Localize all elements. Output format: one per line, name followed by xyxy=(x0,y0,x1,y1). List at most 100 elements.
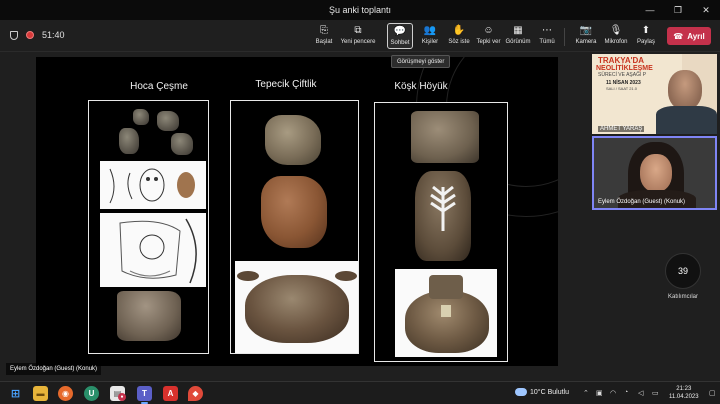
meeting-timer: 51:40 xyxy=(42,30,65,40)
share-button[interactable]: ⬆ Paylaş xyxy=(634,23,658,49)
window-title-bar: Şu anki toplantı — ❐ ✕ xyxy=(0,0,720,20)
acrobat-icon[interactable]: A xyxy=(163,386,178,401)
artifact-vessel-image xyxy=(415,171,471,261)
restore-button[interactable]: ❐ xyxy=(668,0,688,20)
artifact-panel-kosk-hoyuk xyxy=(374,102,508,362)
leave-button[interactable]: ☎ Ayrıl xyxy=(667,27,711,45)
artifact-fragment-image xyxy=(171,133,193,155)
red-app-icon[interactable]: ● xyxy=(118,393,126,401)
tray-expand-icon[interactable]: ⌃ xyxy=(583,389,589,397)
teams-icon[interactable]: T xyxy=(137,386,152,401)
artifact-drawing xyxy=(109,168,195,204)
network-icon[interactable]: ◠ xyxy=(610,389,616,397)
phone-hangup-icon: ☎ xyxy=(673,31,684,41)
app-tray-icon[interactable]: ▣ xyxy=(596,389,603,397)
meeting-status: 51:40 xyxy=(10,30,65,40)
chat-icon: 💬 xyxy=(393,26,407,37)
artifact-figurine-image xyxy=(265,115,321,165)
participant-tile-ahmet[interactable]: TRAKYA'DA NEOLİTİKLEŞME SÜRECİ VE AŞAĞI … xyxy=(592,54,717,134)
system-clock[interactable]: 21:23 11.04.2023 xyxy=(669,385,699,401)
jar-mark xyxy=(441,305,451,317)
participant-face xyxy=(668,70,702,110)
artifact-panel-hoca-cesme xyxy=(88,100,209,354)
windows-icon[interactable]: ⊞ xyxy=(8,386,23,401)
artifact-clay-image xyxy=(261,176,327,248)
artifact-fragment-image xyxy=(157,111,179,131)
shield-icon xyxy=(10,30,18,40)
artifact-pot-image xyxy=(235,261,358,353)
battery-icon[interactable]: ▭ xyxy=(652,389,659,397)
notification-icon[interactable]: ▢ xyxy=(709,389,716,397)
jar-vessel xyxy=(405,291,489,353)
artifact-relief-image xyxy=(411,111,479,163)
camera-icon: 📷 xyxy=(579,25,593,36)
file-explorer-icon[interactable]: ▬ xyxy=(33,386,48,401)
vessel-motif xyxy=(430,185,456,231)
show-meeting-tooltip: Görüşmeyi göster xyxy=(391,55,451,68)
people-icon: 👥 xyxy=(423,25,437,36)
jar-neck xyxy=(429,275,463,299)
participant-name: AHMET YARAŞ xyxy=(598,126,645,132)
participant-face xyxy=(640,154,672,192)
poster-title-line2: NEOLİTİKLEŞME xyxy=(596,65,653,72)
artifact-drawing-image xyxy=(100,161,206,209)
artifact-stone-image xyxy=(117,291,181,341)
stage-speaker-label: Eylem Özdoğan (Guest) (Konuk) xyxy=(6,363,102,375)
pot-vessel xyxy=(245,275,349,343)
artifact-sketch xyxy=(119,218,197,284)
column-title-hoca-cesme: Hoca Çeşme xyxy=(130,81,188,92)
share-icon: ⬆ xyxy=(641,25,651,36)
drop-app-icon[interactable]: ◆ xyxy=(188,386,203,401)
weather-text: 10°C Bulutlu xyxy=(530,388,569,396)
meeting-stage: Hoca Çeşme Tepecik Çiftlik Köşk Höyük TR… xyxy=(0,53,720,381)
column-title-kosk-hoyuk: Köşk Höyük xyxy=(394,81,448,92)
artifact-fragment-image xyxy=(133,109,149,125)
artifact-sketch-image xyxy=(100,213,206,287)
clock-date: 11.04.2023 xyxy=(669,394,699,400)
wifi-icon[interactable]: ◔ xyxy=(624,389,628,396)
participant-count-label: Katılımcılar xyxy=(667,294,698,300)
window-title: Şu anki toplantı xyxy=(328,5,392,15)
shared-slide: Hoca Çeşme Tepecik Çiftlik Köşk Höyük xyxy=(36,57,558,366)
mic-muted-icon: 🎙 xyxy=(609,25,623,36)
raise-hand-icon: ✋ xyxy=(452,25,466,36)
artifact-panel-tepecik-ciftlik xyxy=(230,100,359,354)
react-button[interactable]: ☺ Tepki ver xyxy=(475,23,502,49)
windows-taskbar: ⊞ ▬ ◉ U ▤ ● T A ◆ 10°C Bulutlu ⌃ ▣ ◠ ◔ ◁… xyxy=(0,381,720,404)
clock-time: 21:23 xyxy=(676,386,692,392)
participant-body xyxy=(656,106,717,134)
firefox-icon[interactable]: ◉ xyxy=(58,386,73,401)
cloud-icon xyxy=(515,388,527,396)
toolbar-divider xyxy=(564,28,565,46)
participant-tile-eylem[interactable]: Eylem Özdoğan (Guest) (Konuk) xyxy=(592,136,717,210)
volume-icon[interactable]: ◁ xyxy=(638,389,643,397)
column-title-tepecik-ciftlik: Tepecik Çiftlik xyxy=(255,79,317,90)
view-button[interactable]: ▦ Görünüm xyxy=(504,23,532,49)
artifact-fragment-image xyxy=(119,128,139,154)
uplay-icon[interactable]: U xyxy=(84,386,99,401)
more-icon: ⋯ xyxy=(542,25,552,36)
artifact-jar-image xyxy=(395,269,497,357)
recording-icon xyxy=(26,31,34,39)
new-window-icon: ⧉ xyxy=(354,25,362,36)
pot-handle-left xyxy=(237,271,259,281)
raise-hand-button[interactable]: ✋ Söz iste xyxy=(446,23,472,49)
share-tray-button[interactable]: ⎘ Başlat xyxy=(312,23,336,49)
pot-handle-right xyxy=(335,271,357,281)
meeting-toolbar: 51:40 ⎘ Başlat ⧉ Yeni pencere 💬 Sohbet 👥… xyxy=(0,20,720,52)
people-button[interactable]: 👥 Kişiler xyxy=(418,23,442,49)
new-window-button[interactable]: ⧉ Yeni pencere xyxy=(339,23,377,49)
minimize-button[interactable]: — xyxy=(640,0,660,20)
camera-button[interactable]: 📷 Kamera xyxy=(573,23,599,49)
poster-title-line1: TRAKYA'DA xyxy=(598,56,645,65)
participant-count[interactable]: 39 xyxy=(665,253,701,289)
weather-widget[interactable]: 10°C Bulutlu xyxy=(515,388,569,396)
close-window-button[interactable]: ✕ xyxy=(696,0,716,20)
more-button[interactable]: ⋯ Tümü xyxy=(537,23,557,49)
chat-button[interactable]: 💬 Sohbet xyxy=(387,23,413,49)
view-icon: ▦ xyxy=(513,25,523,36)
share-screen-icon: ⎘ xyxy=(320,25,328,36)
react-icon: ☺ xyxy=(483,25,494,36)
participant-name: Eylem Özdoğan (Guest) (Konuk) xyxy=(598,199,686,205)
mic-button[interactable]: 🎙 Mikrofon xyxy=(602,23,630,49)
